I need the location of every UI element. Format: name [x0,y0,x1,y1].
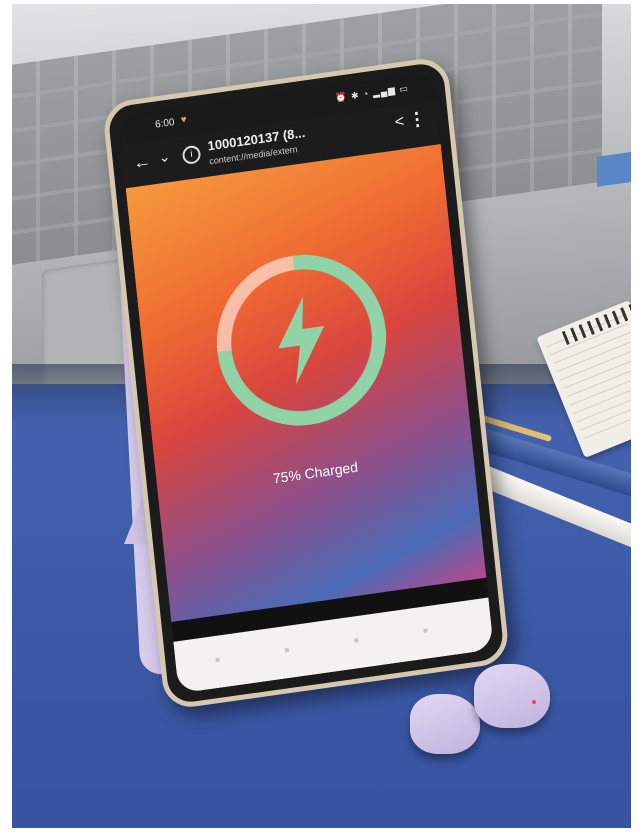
photo: 6:00 ♥ ⏰ ✱ ◔ ▂▄▆ ▭ ← ⌄ i 1000120137 (8..… [12,4,631,828]
earbud-left [410,694,480,754]
chevron-down-icon[interactable]: ⌄ [158,148,171,167]
info-icon[interactable]: i [181,144,202,166]
lightning-bolt-icon [278,296,325,385]
share-icon[interactable]: < [394,113,405,132]
image-content: 75% Charged [125,144,487,622]
more-vertical-icon[interactable]: ⋮ [407,108,427,131]
laptop-sticker [597,151,631,187]
smartphone: 6:00 ♥ ⏰ ✱ ◔ ▂▄▆ ▭ ← ⌄ i 1000120137 (8..… [101,55,511,711]
status-icons: ⏰ ✱ ◔ ▂▄▆ ▭ [334,83,410,104]
nav-buttons[interactable] [215,625,452,663]
phone-screen: 6:00 ♥ ⏰ ✱ ◔ ▂▄▆ ▭ ← ⌄ i 1000120137 (8..… [118,72,494,694]
charge-ring-wrap [208,243,395,437]
earbud-right [474,664,550,728]
earbud-led [532,700,536,704]
status-time: 6:00 [154,116,176,131]
back-arrow-icon[interactable]: ← [132,151,152,174]
heart-icon: ♥ [180,114,188,126]
charge-label: 75% Charged [272,458,359,487]
